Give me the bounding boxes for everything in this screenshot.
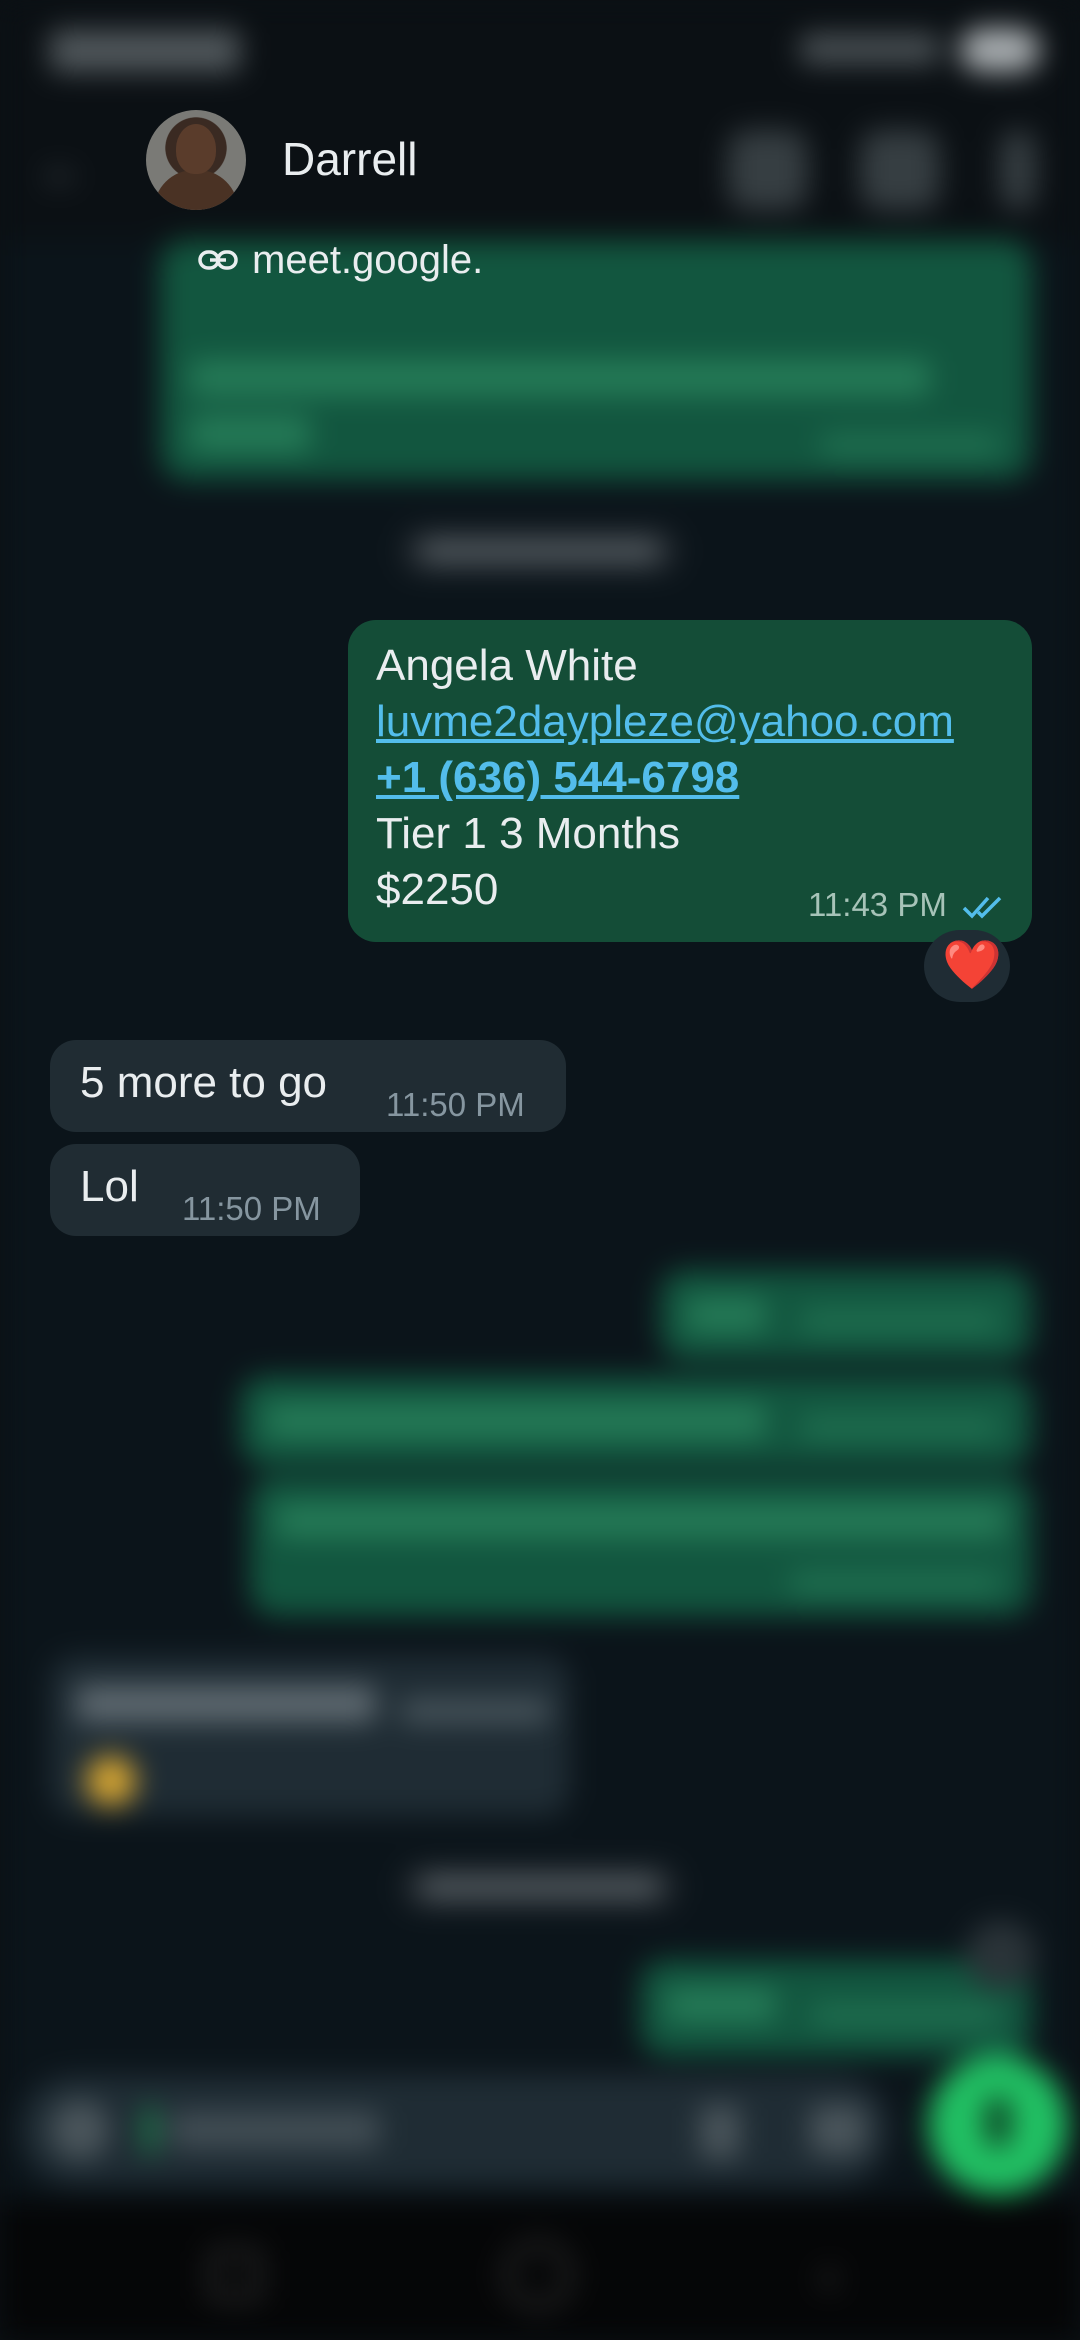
emoji-icon	[86, 1756, 136, 1806]
link-preview-header[interactable]: meet.google.	[160, 238, 560, 282]
outgoing-message[interactable]	[240, 1376, 1032, 1466]
system-nav-bar: ‹	[0, 2200, 1080, 2340]
message-line-plan: Tier 1 3 Months	[376, 809, 681, 858]
outgoing-message[interactable]	[250, 1476, 1032, 1616]
avatar[interactable]	[146, 110, 246, 210]
date-separator	[400, 528, 680, 574]
camera-icon[interactable]	[810, 2105, 866, 2155]
incoming-message[interactable]: 5 more to go 11:50 PM	[50, 1040, 566, 1132]
message-line-amount: $2250	[376, 865, 499, 914]
avatar-face	[176, 124, 216, 174]
message-time: 11:50 PM	[182, 1190, 321, 1227]
message-meta: 11:43 PM	[808, 886, 1008, 924]
heart-reaction-icon: ❤️	[942, 939, 1002, 992]
status-icons	[780, 28, 1040, 72]
emoji-icon[interactable]	[50, 2100, 110, 2160]
reaction-badge[interactable]: ❤️	[924, 930, 1010, 1002]
more-vert-icon[interactable]	[1000, 130, 1036, 210]
contact-name[interactable]: Darrell	[282, 132, 417, 186]
home-icon[interactable]	[505, 2242, 571, 2308]
battery-icon	[960, 28, 1040, 72]
email-link[interactable]: luvme2daypleze@yahoo.com	[376, 694, 954, 750]
recents-icon[interactable]	[210, 2250, 260, 2300]
video-call-icon[interactable]	[728, 130, 808, 210]
incoming-message[interactable]	[50, 1656, 570, 1816]
back-arrow-icon[interactable]: ←	[40, 148, 94, 192]
highlighted-message-bubble[interactable]: Angela White luvme2daypleze@yahoo.com +1…	[348, 620, 1032, 942]
link-text[interactable]: meet.google.	[252, 238, 483, 282]
attach-icon[interactable]	[700, 2105, 740, 2159]
outgoing-message[interactable]	[660, 1270, 1032, 1360]
phone-link[interactable]: +1 (636) 544-6798	[376, 750, 739, 806]
mic-button[interactable]	[928, 2055, 1068, 2195]
scroll-down-icon[interactable]	[966, 1920, 1036, 1990]
status-indicators	[800, 34, 940, 64]
double-check-read-icon	[962, 897, 1002, 919]
date-separator	[400, 1864, 680, 1910]
avatar-body	[154, 170, 238, 210]
incoming-message[interactable]: Lol 11:50 PM	[50, 1144, 360, 1236]
mic-icon	[986, 2097, 1010, 2147]
text-cursor	[146, 2107, 154, 2153]
message-input-bar[interactable]	[20, 2075, 890, 2185]
message-text: Lol	[80, 1162, 139, 1211]
status-bar	[0, 0, 1080, 100]
message-text: 5 more to go	[80, 1058, 328, 1107]
back-icon[interactable]: ‹	[820, 2248, 870, 2302]
message-placeholder	[170, 2111, 380, 2149]
message-time: 11:50 PM	[386, 1086, 525, 1123]
link-icon	[198, 250, 238, 270]
status-time	[50, 30, 240, 72]
phone-icon[interactable]	[860, 130, 940, 210]
message-line-name: Angela White	[376, 641, 638, 690]
message-time: 11:43 PM	[808, 886, 947, 923]
